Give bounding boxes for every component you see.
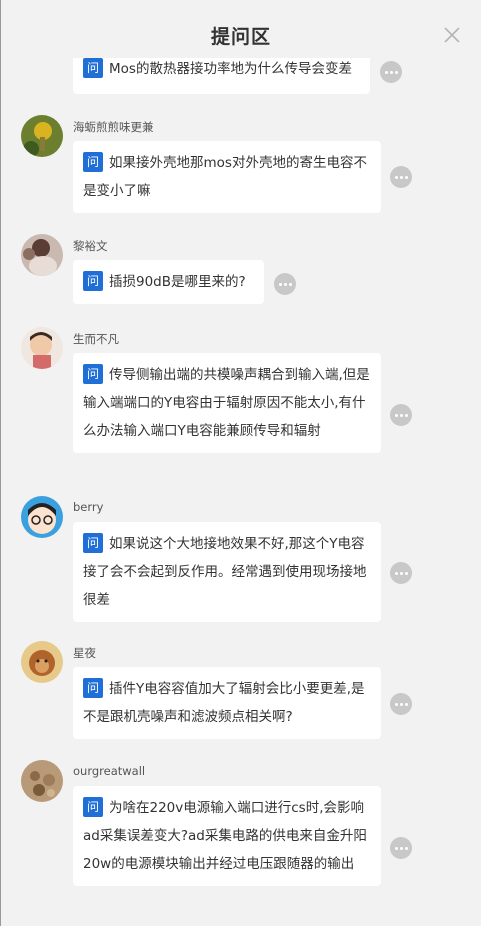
- question-item: ourgreatwall 问为啥在220v电源输入端口进行cs时,会影响ad采集…: [73, 764, 381, 886]
- question-text: 为啥在220v电源输入端口进行cs时,会影响ad采集误差变大?ad采集电路的供电…: [83, 800, 367, 872]
- question-badge: 问: [83, 364, 103, 384]
- question-item: 生而不凡 问传导侧输出端的共模噪声耦合到输入端,但是输入端端口的Y电容由于辐射原…: [73, 331, 381, 453]
- question-badge: 问: [83, 678, 103, 698]
- avatar[interactable]: [21, 760, 63, 802]
- question-text: 插件Y电容容值加大了辐射会比小要更差,是不是跟机壳噪声和滤波频点相关啊?: [83, 681, 365, 725]
- question-bubble: 问插损90dB是哪里来的?: [73, 260, 264, 304]
- avatar[interactable]: [21, 234, 63, 276]
- question-text: 如果说这个大地接地效果不好,那这个Y电容接了会不会起到反作用。经常遇到使用现场接…: [83, 536, 367, 608]
- username: 星夜: [73, 646, 96, 660]
- avatar[interactable]: [21, 327, 63, 369]
- question-bubble: 问为啥在220v电源输入端口进行cs时,会影响ad采集误差变大?ad采集电路的供…: [73, 786, 381, 886]
- question-badge: 问: [83, 533, 103, 553]
- avatar[interactable]: [21, 641, 63, 683]
- question-text: Mos的散热器接功率地为什么传导会变差: [109, 61, 352, 77]
- avatar[interactable]: [21, 496, 63, 538]
- question-badge: 问: [83, 797, 103, 817]
- question-item: 海蛎煎煎味更兼 问如果接外壳地那mos对外壳地的寄生电容不是变小了嘛: [73, 119, 381, 213]
- more-options-button[interactable]: [274, 273, 296, 295]
- close-icon[interactable]: [441, 24, 463, 46]
- more-options-button[interactable]: [390, 693, 412, 715]
- question-badge: 问: [83, 58, 103, 78]
- question-item: 星夜 问插件Y电容容值加大了辐射会比小要更差,是不是跟机壳噪声和滤波频点相关啊?: [73, 645, 381, 739]
- avatar[interactable]: [21, 115, 63, 157]
- question-item: 黎裕文 问插损90dB是哪里来的?: [73, 238, 264, 304]
- question-bubble: 问如果说这个大地接地效果不好,那这个Y电容接了会不会起到反作用。经常遇到使用现场…: [73, 522, 381, 622]
- username: ourgreatwall: [73, 764, 146, 778]
- more-options-button[interactable]: [380, 61, 402, 83]
- question-text: 传导侧输出端的共模噪声耦合到输入端,但是输入端端口的Y电容由于辐射原因不能太小,…: [83, 367, 370, 439]
- question-bubble: 问插件Y电容容值加大了辐射会比小要更差,是不是跟机壳噪声和滤波频点相关啊?: [73, 667, 381, 739]
- more-options-button[interactable]: [390, 562, 412, 584]
- question-item: berry 问如果说这个大地接地效果不好,那这个Y电容接了会不会起到反作用。经常…: [73, 500, 381, 622]
- more-options-button[interactable]: [390, 166, 412, 188]
- question-bubble: 问如果接外壳地那mos对外壳地的寄生电容不是变小了嘛: [73, 141, 381, 213]
- username: berry: [73, 500, 104, 514]
- more-options-button[interactable]: [390, 404, 412, 426]
- header: 提问区: [1, 0, 481, 58]
- question-badge: 问: [83, 152, 103, 172]
- question-bubble: 问传导侧输出端的共模噪声耦合到输入端,但是输入端端口的Y电容由于辐射原因不能太小…: [73, 353, 381, 453]
- page-title: 提问区: [210, 26, 271, 48]
- question-badge: 问: [83, 271, 103, 291]
- question-text: 插损90dB是哪里来的?: [109, 274, 246, 290]
- question-text: 如果接外壳地那mos对外壳地的寄生电容不是变小了嘛: [83, 155, 367, 199]
- username: 海蛎煎煎味更兼: [73, 120, 154, 134]
- more-options-button[interactable]: [390, 837, 412, 859]
- username: 黎裕文: [73, 239, 108, 253]
- username: 生而不凡: [73, 332, 119, 346]
